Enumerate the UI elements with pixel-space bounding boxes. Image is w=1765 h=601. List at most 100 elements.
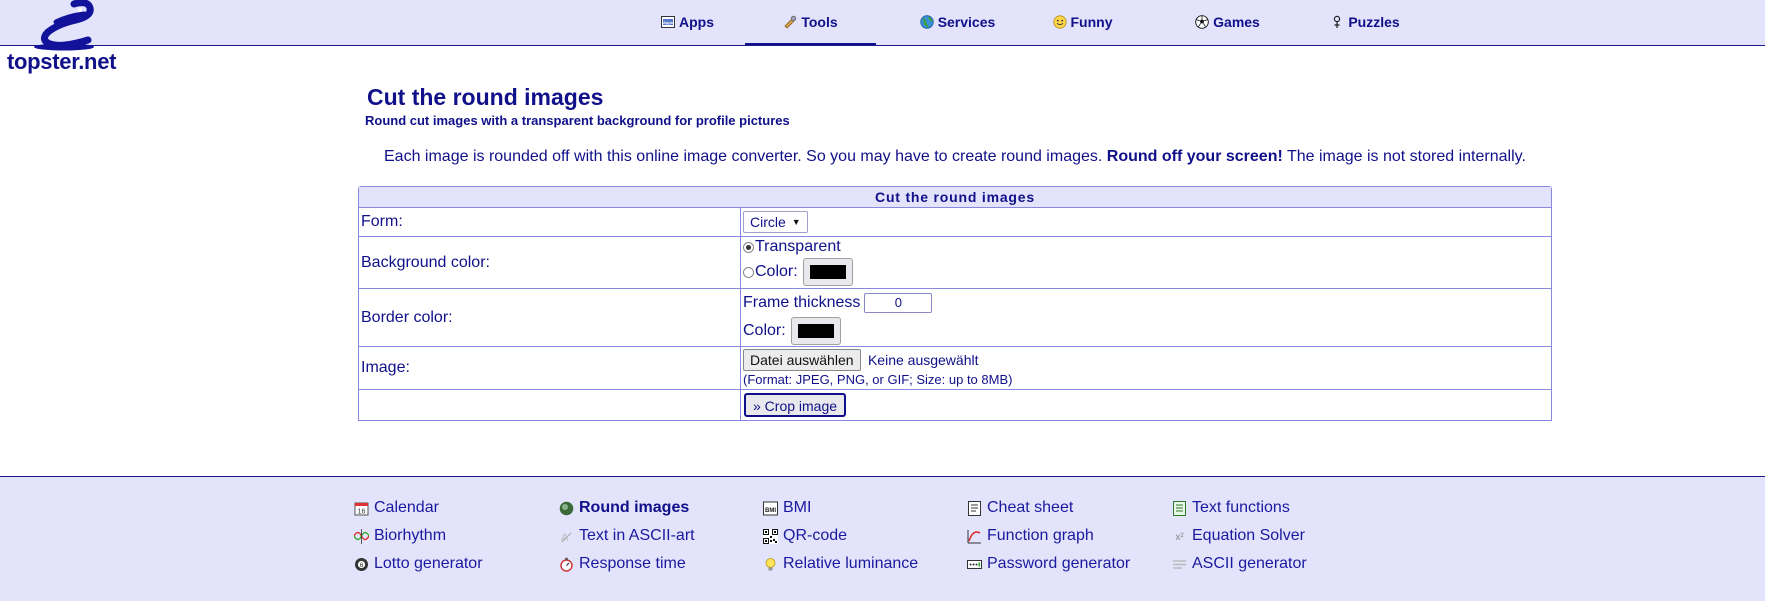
form-row-background: Background color: Transparent Color: <box>359 237 1551 289</box>
site-name: topster.net <box>7 49 117 74</box>
calendar-icon: 16 <box>354 501 369 516</box>
footer-link-equation-solver[interactable]: x² Equation Solver <box>1172 527 1305 545</box>
color-radio[interactable] <box>743 266 754 278</box>
form-label: Form: <box>359 208 741 236</box>
nav-item-label: Funny <box>1070 13 1113 30</box>
top-navigation-bar: Apps Apps Tools Services Funny Games Puz… <box>0 0 1765 46</box>
round-image-icon <box>559 501 574 516</box>
file-status: Keine ausgewählt <box>867 352 979 368</box>
intro-tail: The image is not stored internally. <box>1282 148 1526 165</box>
ascii-art-icon: A <box>559 529 574 544</box>
svg-text:Apps: Apps <box>663 20 674 25</box>
footer-link-round-images[interactable]: Round images <box>559 499 689 517</box>
footer-link-lotto-generator[interactable]: 6 Lotto generator <box>354 555 483 573</box>
footer-link-text-in-ascii-art[interactable]: A Text in ASCII-art <box>559 527 695 545</box>
nav-item-apps[interactable]: Apps Apps <box>640 0 735 43</box>
footer-link-bmi[interactable]: BMI BMI <box>763 499 811 517</box>
footer-link-response-time[interactable]: Response time <box>559 555 686 573</box>
footer-link-label: Function graph <box>987 527 1094 544</box>
form-caption: Cut the round images <box>359 187 1551 208</box>
transparent-label: Transparent <box>755 238 841 255</box>
border-value-cell: Frame thickness Color: <box>741 289 1551 346</box>
border-color-option-label: Color: <box>743 322 786 339</box>
puzzle-icon <box>1330 15 1344 29</box>
color-option[interactable]: Color: <box>743 257 1551 287</box>
footer-link-label: Password generator <box>987 555 1131 572</box>
form-row-border: Border color: Frame thickness Color: <box>359 289 1551 347</box>
shape-select[interactable]: Circle ▼ <box>743 211 808 233</box>
footer-link-label: Calendar <box>374 499 439 516</box>
footer-link-text-functions[interactable]: Text functions <box>1172 499 1290 517</box>
soccer-ball-icon <box>1195 14 1209 29</box>
border-color-label: Border color: <box>359 289 741 346</box>
background-color-option-label: Color: <box>755 263 798 280</box>
nav-item-services[interactable]: Services <box>895 0 1020 43</box>
footer-link-label: Text in ASCII-art <box>579 527 695 544</box>
ascii-generator-icon <box>1172 557 1187 572</box>
transparent-option[interactable]: Transparent <box>743 237 1551 257</box>
choose-file-button[interactable]: Datei auswählen <box>743 349 861 371</box>
stopwatch-icon <box>559 557 574 572</box>
svg-text:16: 16 <box>358 508 366 515</box>
intro-emphasis: Round off your screen! <box>1106 148 1283 165</box>
image-value-cell: Datei auswählen Keine ausgewählt (Format… <box>741 347 1551 389</box>
chevron-down-icon: ▼ <box>791 217 801 227</box>
footer-link-label: QR-code <box>783 527 848 544</box>
nav-item-label: Games <box>1213 13 1260 30</box>
border-color-picker[interactable] <box>790 317 841 345</box>
transparent-radio[interactable] <box>743 241 754 253</box>
footer-link-label: ASCII generator <box>1192 555 1307 572</box>
shape-select-value: Circle <box>750 214 786 230</box>
nav-item-games[interactable]: Games <box>1180 0 1275 43</box>
svg-text:x²: x² <box>1175 532 1184 543</box>
footer-link-biorhythm[interactable]: Biorhythm <box>353 527 447 545</box>
frame-thickness-input[interactable] <box>864 292 933 313</box>
intro-text: Each image is rounded off with this onli… <box>384 148 1107 165</box>
footer-link-label: Response time <box>579 555 686 572</box>
page-subtitle: Round cut images with a transparent back… <box>365 113 790 128</box>
footer-link-function-graph[interactable]: Function graph <box>967 527 1094 545</box>
background-color-label: Background color: <box>359 237 741 288</box>
nav-item-label: Services <box>937 13 996 30</box>
site-logo[interactable]: topster.net <box>6 0 136 80</box>
nav-item-label: Tools <box>801 13 838 30</box>
footer: 16 Calendar Biorhythm 6 Lotto generator … <box>0 476 1765 601</box>
intro-paragraph: Each image is rounded off with this onli… <box>384 148 1526 166</box>
form-row-image: Image: Datei auswählen Keine ausgewählt … <box>359 347 1551 390</box>
footer-link-calendar[interactable]: 16 Calendar <box>354 499 439 517</box>
bmi-icon: BMI <box>763 501 778 516</box>
nav-item-puzzles[interactable]: Puzzles <box>1310 0 1420 43</box>
image-label: Image: <box>359 347 741 389</box>
form-value-cell: Circle ▼ <box>741 208 1551 236</box>
qr-code-icon <box>763 528 778 544</box>
form-row-submit: » Crop image <box>359 390 1551 420</box>
crop-image-button[interactable]: » Crop image <box>744 393 847 417</box>
nav-item-funny[interactable]: Funny <box>1040 0 1125 43</box>
footer-link-label: Lotto generator <box>374 555 483 572</box>
border-color-swatch <box>797 324 834 338</box>
footer-link-label: Biorhythm <box>374 527 447 544</box>
page-title: Cut the round images <box>367 84 604 110</box>
text-functions-icon <box>1172 500 1187 516</box>
footer-link-label: Relative luminance <box>783 555 919 572</box>
footer-link-relative-luminance[interactable]: Relative luminance <box>763 555 918 573</box>
crop-form: Cut the round images Form: Circle ▼ Back… <box>358 186 1552 421</box>
background-color-picker[interactable] <box>802 258 853 286</box>
lotto-ball-icon: 6 <box>354 557 369 572</box>
background-color-swatch <box>809 265 846 279</box>
globe-icon <box>919 14 934 29</box>
nav-item-tools[interactable]: Tools <box>745 0 876 45</box>
nav-item-label: Apps <box>679 13 714 30</box>
logo-mark-icon <box>34 0 94 51</box>
footer-link-qr-code[interactable]: QR-code <box>763 527 847 545</box>
frame-thickness-line: Frame thickness <box>743 289 1551 316</box>
border-color-line: Color: <box>743 316 1551 346</box>
footer-link-ascii-generator[interactable]: ASCII generator <box>1172 555 1307 573</box>
apps-icon: Apps <box>661 15 675 29</box>
footer-link-label: BMI <box>783 499 812 516</box>
footer-link-cheat-sheet[interactable]: Cheat sheet <box>967 499 1073 517</box>
submit-cell: » Crop image <box>741 390 1551 420</box>
equation-icon: x² <box>1172 529 1187 544</box>
footer-link-password-generator[interactable]: Password generator <box>967 555 1130 573</box>
footer-link-label: Cheat sheet <box>987 499 1074 516</box>
